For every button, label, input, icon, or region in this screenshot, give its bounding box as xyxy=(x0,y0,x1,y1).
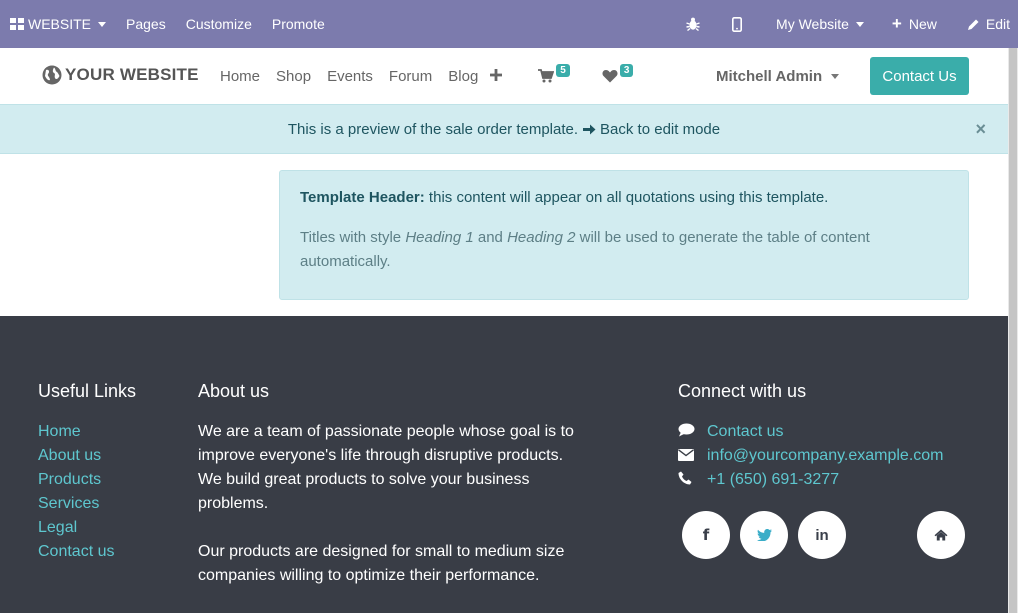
footer: Useful Links Home About us Products Serv… xyxy=(0,316,1008,613)
main-menu: Home Shop Events Forum Blog 5 3 xyxy=(212,48,634,104)
wishlist-count-badge: 3 xyxy=(619,63,634,77)
plus-icon xyxy=(490,68,503,81)
footer-link-about[interactable]: About us xyxy=(38,444,136,468)
connect-phone-link[interactable]: +1 (650) 691-3277 xyxy=(707,468,839,492)
website-navbar: YOUR WEBSITE Home Shop Events Forum Blog… xyxy=(0,48,1008,104)
my-website-menu[interactable]: My Website xyxy=(760,0,878,48)
facebook-icon: f xyxy=(702,526,710,544)
connect-contact-link[interactable]: Contact us xyxy=(707,420,783,444)
plus-icon: + xyxy=(891,14,902,33)
close-icon[interactable]: × xyxy=(975,119,986,140)
connect-email-link[interactable]: info@yourcompany.example.com xyxy=(707,444,944,468)
edit-button[interactable]: Edit xyxy=(951,0,1018,48)
preview-alert-text: This is a preview of the sale order temp… xyxy=(287,120,579,138)
twitter-button[interactable] xyxy=(740,511,788,559)
footer-link-products[interactable]: Products xyxy=(38,468,136,492)
about-paragraph-1: We are a team of passionate people whose… xyxy=(198,423,574,512)
cart-icon xyxy=(538,69,555,83)
template-header-text: this content will appear on all quotatio… xyxy=(424,189,829,206)
about-section: About us We are a team of passionate peo… xyxy=(198,381,588,588)
home-button[interactable] xyxy=(917,511,965,559)
add-menu-item-button[interactable] xyxy=(486,68,510,85)
bug-icon xyxy=(686,17,700,31)
toc-text-2: and xyxy=(473,229,508,246)
twitter-icon xyxy=(756,529,772,541)
comment-icon xyxy=(678,420,707,444)
caret-down-icon xyxy=(831,73,840,79)
connect-email-row: info@yourcompany.example.com xyxy=(678,444,944,468)
phone-icon xyxy=(678,468,707,492)
heading-2-style: Heading 2 xyxy=(507,229,576,246)
new-label: New xyxy=(908,16,937,32)
user-name: Mitchell Admin xyxy=(716,67,823,85)
template-header-box: Template Header: this content will appea… xyxy=(279,170,969,300)
nav-forum[interactable]: Forum xyxy=(381,68,440,85)
useful-links-section: Useful Links Home About us Products Serv… xyxy=(38,381,136,564)
site-logo[interactable]: YOUR WEBSITE xyxy=(42,65,199,85)
useful-links-list: Home About us Products Services Legal Co… xyxy=(38,420,136,564)
footer-link-contact[interactable]: Contact us xyxy=(38,540,136,564)
footer-link-legal[interactable]: Legal xyxy=(38,516,136,540)
pages-menu[interactable]: Pages xyxy=(116,0,176,48)
connect-phone-row: +1 (650) 691-3277 xyxy=(678,468,944,492)
preview-alert: This is a preview of the sale order temp… xyxy=(0,104,1008,154)
new-button[interactable]: + New xyxy=(878,0,951,48)
contact-us-button[interactable]: Contact Us xyxy=(870,57,969,95)
user-menu[interactable]: Mitchell Admin xyxy=(716,48,840,104)
heading-1-style: Heading 1 xyxy=(405,229,474,246)
page-scrollbar[interactable] xyxy=(1008,48,1018,613)
template-toc-paragraph: Titles with style Heading 1 and Heading … xyxy=(300,226,948,274)
back-to-edit-label: Back to edit mode xyxy=(600,120,721,138)
linkedin-icon: in xyxy=(815,526,829,544)
website-menu-label: WEBSITE xyxy=(28,16,92,32)
mobile-preview-button[interactable] xyxy=(714,0,760,48)
pencil-icon xyxy=(967,19,979,30)
heart-icon xyxy=(602,70,618,83)
home-icon xyxy=(934,529,948,541)
nav-home[interactable]: Home xyxy=(212,68,268,85)
nav-shop[interactable]: Shop xyxy=(268,68,319,85)
edit-label: Edit xyxy=(985,16,1010,32)
connect-section: Connect with us Contact us info@yourcomp… xyxy=(678,381,944,492)
linkedin-button[interactable]: in xyxy=(798,511,846,559)
footer-link-home[interactable]: Home xyxy=(38,420,136,444)
cart-link[interactable]: 5 xyxy=(538,63,570,83)
cart-count-badge: 5 xyxy=(556,63,570,77)
promote-menu[interactable]: Promote xyxy=(262,0,335,48)
wishlist-link[interactable]: 3 xyxy=(602,63,634,83)
template-header-paragraph: Template Header: this content will appea… xyxy=(300,186,948,210)
footer-link-services[interactable]: Services xyxy=(38,492,136,516)
connect-list: Contact us info@yourcompany.example.com … xyxy=(678,420,944,492)
about-paragraph-2: Our products are designed for small to m… xyxy=(198,543,565,584)
debug-button[interactable] xyxy=(672,0,714,48)
admin-bar: WEBSITE Pages Customize Promote My Websi… xyxy=(0,0,1018,48)
arrow-right-icon xyxy=(583,124,596,134)
caret-down-icon xyxy=(855,21,864,27)
template-header-label: Template Header: xyxy=(300,189,425,206)
nav-events[interactable]: Events xyxy=(319,68,381,85)
toc-text-1: Titles with style xyxy=(300,229,406,246)
about-text: We are a team of passionate people whose… xyxy=(198,420,588,588)
globe-icon xyxy=(42,65,62,85)
facebook-button[interactable]: f xyxy=(682,511,730,559)
connect-title: Connect with us xyxy=(678,381,807,401)
about-title: About us xyxy=(198,381,270,401)
my-website-label: My Website xyxy=(776,16,849,32)
caret-down-icon xyxy=(98,21,107,27)
grid-icon xyxy=(10,18,24,30)
nav-blog[interactable]: Blog xyxy=(440,68,486,85)
customize-menu[interactable]: Customize xyxy=(176,0,262,48)
mobile-icon xyxy=(732,16,743,32)
website-menu[interactable]: WEBSITE xyxy=(0,0,116,48)
envelope-icon xyxy=(678,444,707,468)
scrollbar-thumb[interactable] xyxy=(1009,48,1017,613)
logo-text: YOUR WEBSITE xyxy=(65,65,199,84)
useful-links-title: Useful Links xyxy=(38,381,137,401)
back-to-edit-link[interactable]: Back to edit mode xyxy=(578,121,720,138)
connect-contact-row: Contact us xyxy=(678,420,944,444)
